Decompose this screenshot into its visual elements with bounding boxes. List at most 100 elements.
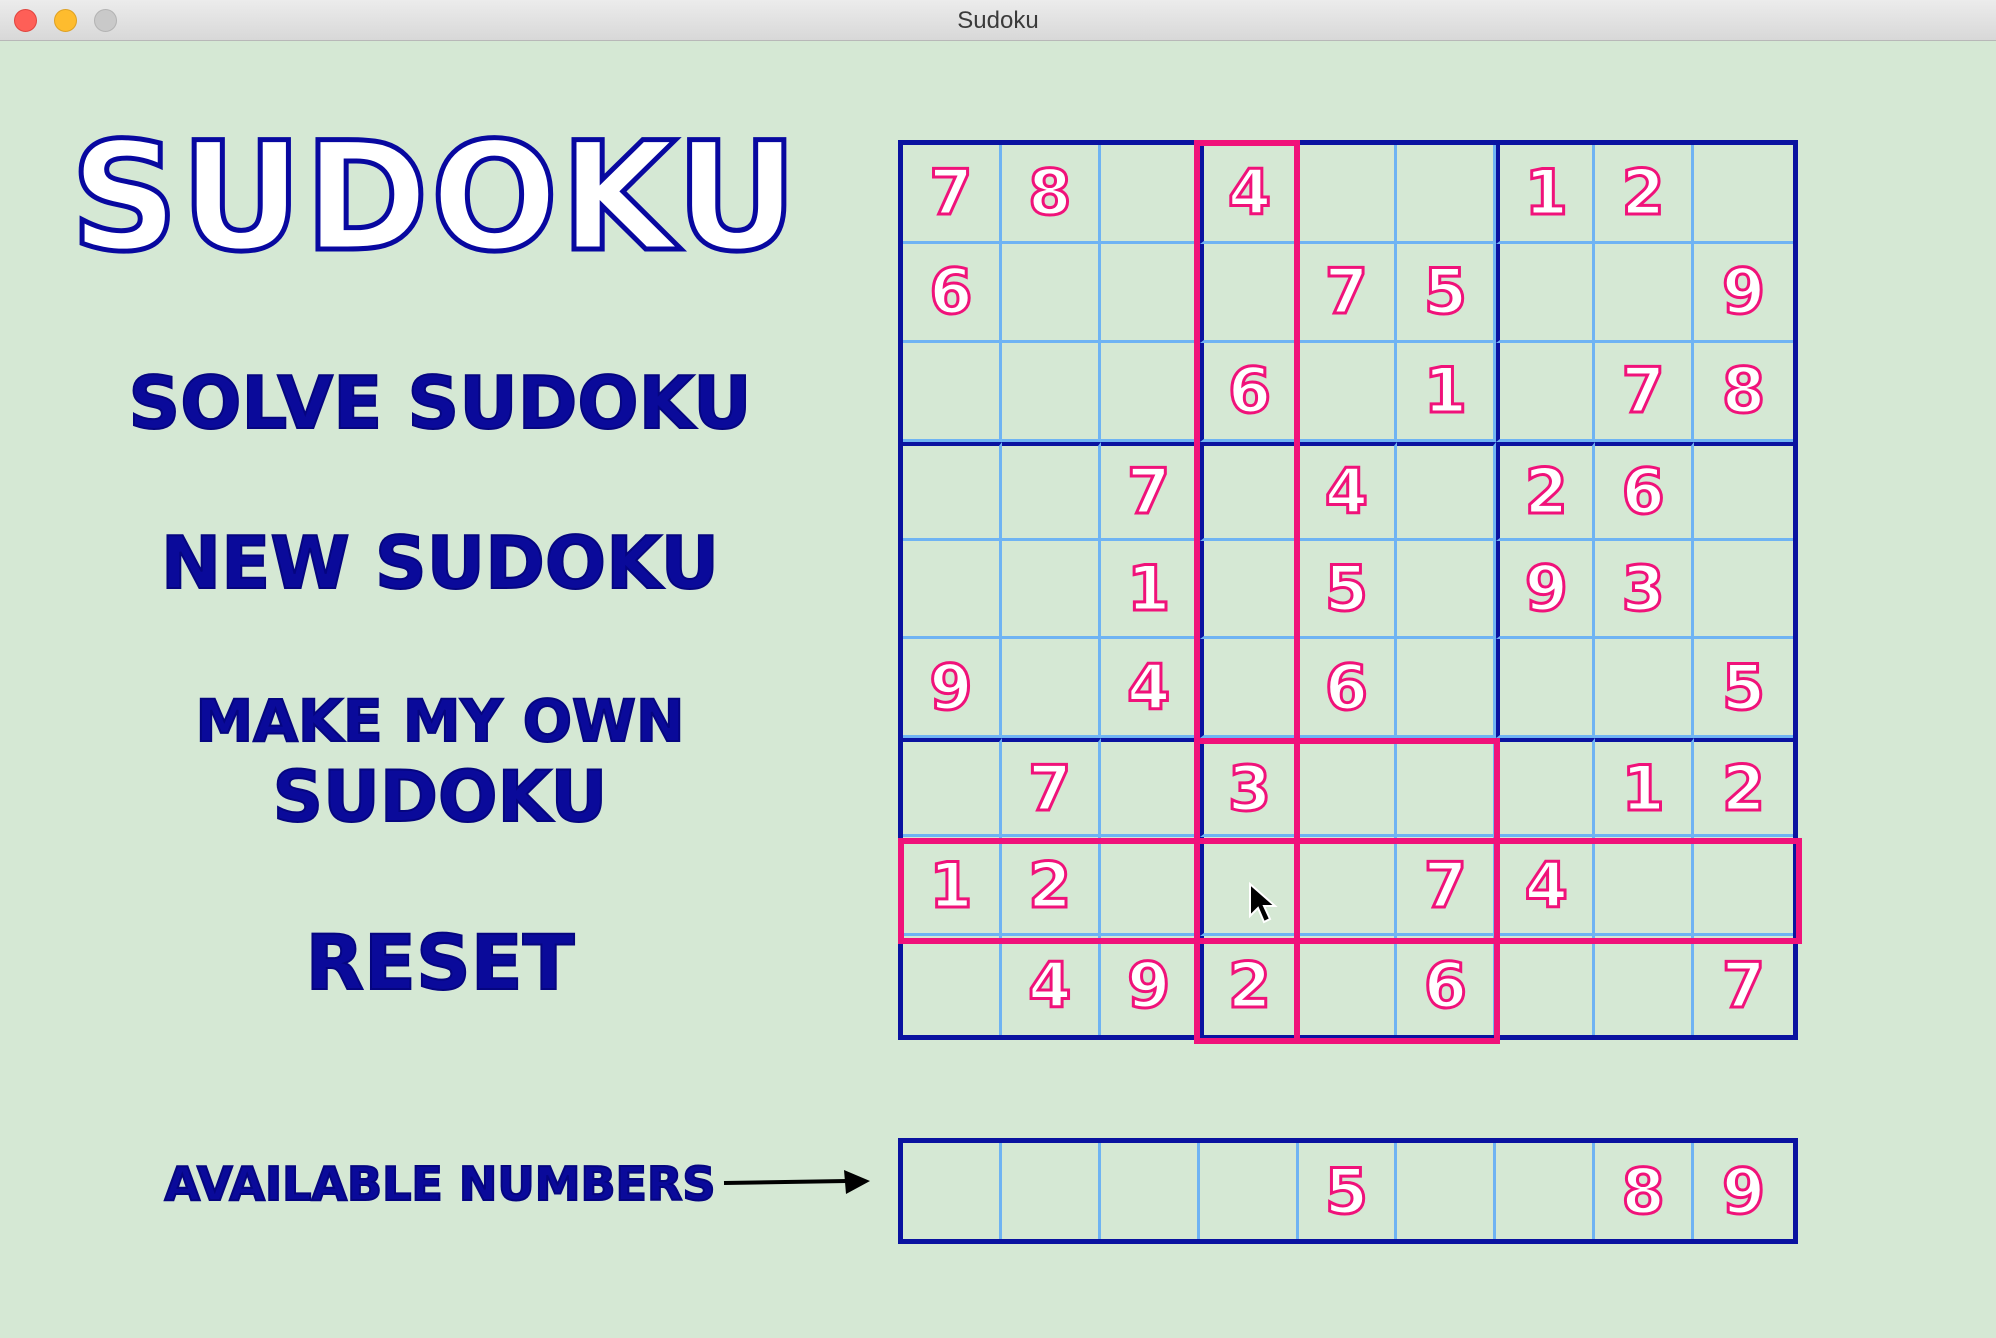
board-cell-r3-c9[interactable]: 8 xyxy=(1694,343,1793,442)
board-cell-r5-c2[interactable] xyxy=(1001,540,1101,640)
board-cell-r8-c2[interactable]: 2 xyxy=(1001,837,1101,937)
board-cell-r7-c1[interactable] xyxy=(903,738,1002,838)
board-cell-r5-c7[interactable]: 9 xyxy=(1496,540,1596,640)
board-cell-r1-c5[interactable] xyxy=(1298,145,1398,244)
board-cell-r8-c7[interactable]: 4 xyxy=(1496,837,1596,937)
board-cell-r4-c6[interactable] xyxy=(1397,441,1497,541)
board-cell-r9-c9[interactable]: 7 xyxy=(1694,936,1793,1035)
board-cell-r4-c2[interactable] xyxy=(1001,441,1101,541)
board-cell-r7-c2[interactable]: 7 xyxy=(1001,738,1101,838)
board-cell-r9-c8[interactable] xyxy=(1595,936,1695,1035)
board-cell-r9-c2[interactable]: 4 xyxy=(1002,936,1101,1035)
board-cell-r5-c4[interactable] xyxy=(1199,540,1299,640)
board-cell-r8-c9[interactable] xyxy=(1694,837,1793,937)
board-cell-r7-c6[interactable] xyxy=(1397,738,1497,838)
available-number-slot-7[interactable] xyxy=(1496,1143,1596,1239)
board-cell-r7-c8[interactable]: 1 xyxy=(1595,738,1695,838)
board-cell-r6-c1[interactable]: 9 xyxy=(903,639,1002,739)
board-cell-r9-c1[interactable] xyxy=(903,936,1002,1035)
available-number-slot-1[interactable] xyxy=(903,1143,1002,1239)
board-cell-r2-c3[interactable] xyxy=(1100,243,1200,343)
board-cell-r7-c3[interactable] xyxy=(1100,738,1200,838)
board-cell-r4-c5[interactable]: 4 xyxy=(1298,441,1398,541)
board-cell-r7-c5[interactable] xyxy=(1298,738,1398,838)
board-cell-r1-c8[interactable]: 2 xyxy=(1595,145,1695,244)
available-numbers-label: AVAILABLE NUMBERS xyxy=(163,1156,716,1212)
board-cell-r2-c5[interactable]: 7 xyxy=(1298,243,1398,343)
board-cell-r3-c5[interactable] xyxy=(1298,342,1398,442)
available-number-slot-5[interactable]: 5 xyxy=(1299,1143,1398,1239)
make-my-own-sudoku-button[interactable]: MAKE MY OWN SUDOKU xyxy=(100,684,780,838)
board-cell-r6-c7[interactable] xyxy=(1496,639,1596,739)
reset-button[interactable]: RESET xyxy=(100,917,780,1008)
board-cell-r4-c9[interactable] xyxy=(1694,441,1793,541)
board-cell-r8-c4[interactable] xyxy=(1199,837,1299,937)
board-cell-r5-c6[interactable] xyxy=(1397,540,1497,640)
board-cell-r6-c2[interactable] xyxy=(1001,639,1101,739)
board-cell-r1-c2[interactable]: 8 xyxy=(1001,145,1101,244)
board-cell-r1-c4[interactable]: 4 xyxy=(1199,145,1299,244)
board-cell-r4-c1[interactable] xyxy=(903,441,1002,541)
board-cell-r1-c9[interactable] xyxy=(1694,145,1793,244)
board-cell-r9-c6[interactable]: 6 xyxy=(1397,936,1497,1035)
available-number-slot-6[interactable] xyxy=(1397,1143,1497,1239)
board-cell-r2-c8[interactable] xyxy=(1595,243,1695,343)
board-cell-r9-c5[interactable] xyxy=(1299,936,1398,1035)
board-cell-r6-c6[interactable] xyxy=(1397,639,1497,739)
board-cell-r6-c4[interactable] xyxy=(1199,639,1299,739)
board-cell-r1-c7[interactable]: 1 xyxy=(1496,145,1596,244)
board-cell-r2-c6[interactable]: 5 xyxy=(1397,243,1497,343)
board-cell-r9-c4[interactable]: 2 xyxy=(1199,936,1299,1035)
board-cell-r2-c9[interactable]: 9 xyxy=(1694,244,1793,343)
board-cell-r2-c2[interactable] xyxy=(1001,243,1101,343)
arrow-right-icon xyxy=(723,1170,870,1194)
available-number-slot-4[interactable] xyxy=(1200,1143,1299,1239)
new-sudoku-button[interactable]: NEW SUDOKU xyxy=(100,518,780,608)
board-cell-r8-c3[interactable] xyxy=(1100,837,1200,937)
board-cell-r2-c4[interactable] xyxy=(1199,243,1299,343)
available-numbers-bar: 5 89 xyxy=(898,1138,1798,1244)
board-cell-r7-c9[interactable]: 2 xyxy=(1694,738,1793,838)
board-cell-r1-c6[interactable] xyxy=(1397,145,1497,244)
board-cell-r8-c6[interactable]: 7 xyxy=(1397,837,1497,937)
board-cell-r2-c1[interactable]: 6 xyxy=(903,243,1002,343)
board-cell-r1-c1[interactable]: 7 xyxy=(903,145,1002,244)
board-cell-r4-c7[interactable]: 2 xyxy=(1496,441,1596,541)
board-cell-r9-c3[interactable]: 9 xyxy=(1101,936,1200,1035)
board-cell-r7-c4[interactable]: 3 xyxy=(1199,738,1299,838)
board-cell-r4-c8[interactable]: 6 xyxy=(1595,441,1695,541)
available-number-slot-3[interactable] xyxy=(1101,1143,1200,1239)
available-number-slot-8[interactable]: 8 xyxy=(1595,1143,1695,1239)
solve-sudoku-button[interactable]: SOLVE SUDOKU xyxy=(100,358,780,448)
board-cell-r3-c1[interactable] xyxy=(903,342,1002,442)
window-title: Sudoku xyxy=(957,7,1039,34)
board-cell-r3-c4[interactable]: 6 xyxy=(1199,342,1299,442)
board-cell-r3-c3[interactable] xyxy=(1100,342,1200,442)
board-cell-r3-c2[interactable] xyxy=(1001,342,1101,442)
board-cell-r8-c1[interactable]: 1 xyxy=(903,837,1002,937)
board-cell-r7-c7[interactable] xyxy=(1496,738,1596,838)
board-cell-r3-c7[interactable] xyxy=(1496,342,1596,442)
available-number-slot-2[interactable] xyxy=(1002,1143,1101,1239)
board-cell-r6-c5[interactable]: 6 xyxy=(1298,639,1398,739)
board-cell-r5-c8[interactable]: 3 xyxy=(1595,540,1695,640)
board-cell-r5-c5[interactable]: 5 xyxy=(1298,540,1398,640)
board-cell-r6-c9[interactable]: 5 xyxy=(1694,639,1793,739)
board-cell-r6-c8[interactable] xyxy=(1595,639,1695,739)
make-my-own-label-line2: SUDOKU xyxy=(272,756,609,838)
board-cell-r9-c7[interactable] xyxy=(1496,936,1596,1035)
window-titlebar: Sudoku xyxy=(0,0,1996,41)
board-cell-r3-c6[interactable]: 1 xyxy=(1397,342,1497,442)
board-cell-r8-c8[interactable] xyxy=(1595,837,1695,937)
board-cell-r4-c4[interactable] xyxy=(1199,441,1299,541)
board-cell-r5-c3[interactable]: 1 xyxy=(1100,540,1200,640)
board-cell-r4-c3[interactable]: 7 xyxy=(1100,441,1200,541)
board-cell-r5-c1[interactable] xyxy=(903,540,1002,640)
board-cell-r3-c8[interactable]: 7 xyxy=(1595,342,1695,442)
board-cell-r5-c9[interactable] xyxy=(1694,541,1793,640)
board-cell-r1-c3[interactable] xyxy=(1100,145,1200,244)
board-cell-r2-c7[interactable] xyxy=(1496,243,1596,343)
board-cell-r6-c3[interactable]: 4 xyxy=(1100,639,1200,739)
available-number-slot-9[interactable]: 9 xyxy=(1694,1143,1793,1239)
board-cell-r8-c5[interactable] xyxy=(1298,837,1398,937)
